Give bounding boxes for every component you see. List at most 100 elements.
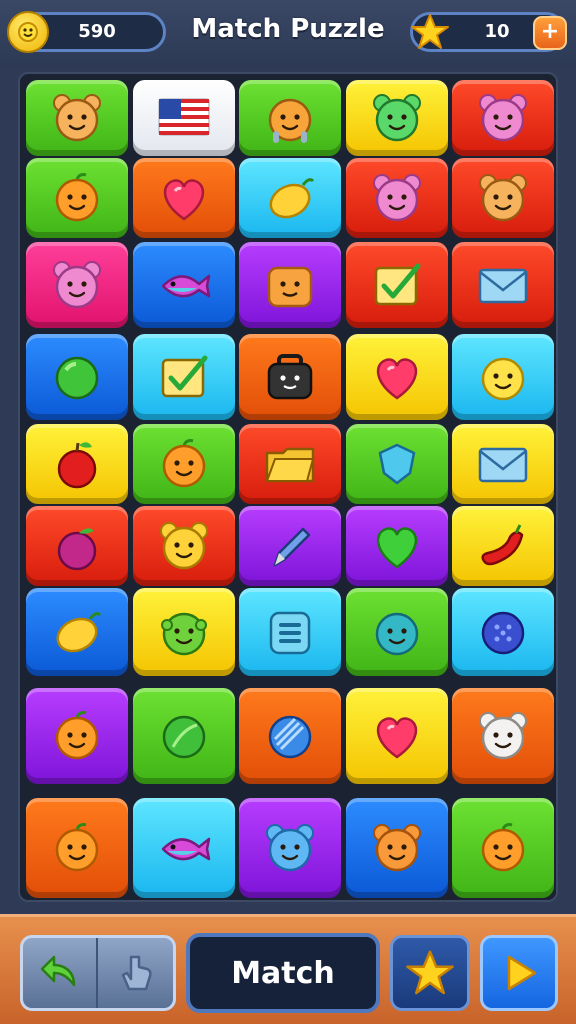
star-button[interactable] — [390, 935, 470, 1011]
pen-icon — [273, 527, 311, 567]
tile-pink-bear[interactable] — [345, 158, 448, 238]
tile-orange-face[interactable] — [26, 158, 128, 238]
green-bear-icon — [372, 94, 421, 142]
tile-bear-face[interactable] — [26, 80, 128, 156]
tile-pink-bear[interactable] — [452, 80, 554, 156]
bear-face-icon — [53, 94, 101, 142]
folder-icon — [265, 447, 315, 483]
tile-green-ball[interactable] — [26, 334, 128, 420]
play-icon — [507, 955, 537, 991]
tile-orange-creature[interactable] — [239, 80, 341, 156]
coin-counter: 590 — [7, 11, 166, 53]
orange-face-icon — [162, 439, 205, 488]
orange-face-icon — [55, 173, 99, 222]
tile-folder[interactable] — [239, 424, 341, 504]
tile-bear-face[interactable] — [452, 158, 554, 238]
us-flag-icon — [157, 98, 210, 136]
plum-icon — [57, 528, 97, 571]
heart-icon — [376, 717, 417, 759]
tile-smiley[interactable] — [452, 334, 554, 420]
tile-green-blob-face[interactable] — [132, 588, 235, 676]
game-board — [18, 72, 558, 902]
envelope-icon — [478, 447, 528, 483]
star-icon — [406, 950, 454, 995]
tile-pen[interactable] — [239, 506, 341, 586]
tile-orange-box-face[interactable] — [239, 242, 341, 328]
orange-bear-icon — [372, 824, 421, 872]
heart-icon — [163, 179, 204, 221]
tile-chili-pepper[interactable] — [452, 506, 554, 586]
green-heart-icon — [376, 527, 417, 569]
tile-checkbox[interactable] — [132, 334, 235, 420]
star-counter: 10 + — [409, 11, 567, 53]
tile-button[interactable] — [452, 588, 554, 676]
orange-face-icon — [55, 823, 99, 872]
tile-blue-striped-ball[interactable] — [239, 688, 341, 784]
chili-pepper-icon — [481, 524, 524, 566]
coin-count: 590 — [78, 21, 116, 42]
checkbox-icon — [374, 263, 420, 306]
fish-icon — [161, 837, 210, 861]
tile-heart[interactable] — [345, 688, 448, 784]
play-button[interactable] — [480, 935, 558, 1011]
heart-icon — [376, 358, 417, 400]
tile-plum[interactable] — [26, 506, 128, 586]
tile-shield-gem[interactable] — [345, 424, 448, 504]
tile-orange-bear[interactable] — [345, 798, 448, 898]
undo-button[interactable] — [23, 938, 98, 1008]
orange-box-face-icon — [267, 266, 313, 308]
tile-pink-bear[interactable] — [26, 242, 128, 328]
tile-green-heart[interactable] — [345, 506, 448, 586]
orange-creature-icon — [268, 98, 312, 143]
tile-orange-face[interactable] — [26, 688, 128, 784]
match-button[interactable]: Match — [186, 933, 380, 1013]
tile-list[interactable] — [239, 588, 341, 676]
orange-face-icon — [55, 711, 99, 760]
tool-button-group — [20, 935, 176, 1011]
tile-checkbox[interactable] — [345, 242, 448, 328]
undo-arrow-icon — [40, 955, 75, 987]
tile-fish[interactable] — [132, 798, 235, 898]
plus-icon: + — [540, 19, 560, 44]
tile-teal-ball-face[interactable] — [345, 588, 448, 676]
bottom-toolbar: Match — [0, 914, 576, 1024]
tile-envelope[interactable] — [452, 242, 554, 328]
tile-green-leaf[interactable] — [132, 688, 235, 784]
white-bear-icon — [479, 712, 527, 760]
tile-white-bear[interactable] — [452, 688, 554, 784]
tile-blue-bear[interactable] — [239, 798, 341, 898]
lemon-icon — [56, 612, 102, 653]
tile-lemon[interactable] — [239, 158, 341, 238]
tile-yellow-bear[interactable] — [132, 506, 235, 586]
coin-icon — [7, 11, 49, 53]
tile-green-bear[interactable] — [345, 80, 448, 156]
tile-orange-face[interactable] — [26, 798, 128, 898]
tile-heart[interactable] — [345, 334, 448, 420]
green-blob-face-icon — [160, 612, 207, 656]
checkbox-icon — [161, 355, 207, 398]
blue-striped-ball-icon — [268, 715, 312, 759]
tile-fish[interactable] — [132, 242, 235, 328]
tile-black-bag-face[interactable] — [239, 334, 341, 420]
pink-bear-icon — [372, 174, 421, 222]
list-icon — [269, 611, 311, 655]
button-icon — [481, 611, 525, 655]
tile-orange-face[interactable] — [452, 798, 554, 898]
star-icon — [409, 11, 451, 53]
yellow-bear-icon — [159, 522, 208, 570]
hint-button[interactable] — [99, 938, 174, 1008]
bear-face-icon — [479, 174, 527, 222]
tile-envelope[interactable] — [452, 424, 554, 504]
tile-heart[interactable] — [132, 158, 235, 238]
pink-bear-icon — [53, 261, 101, 309]
tile-us-flag[interactable] — [132, 80, 235, 156]
tile-apple[interactable] — [26, 424, 128, 504]
tile-lemon[interactable] — [26, 588, 128, 676]
green-ball-icon — [55, 356, 99, 400]
apple-icon — [57, 442, 97, 489]
tile-orange-face[interactable] — [132, 424, 235, 504]
blue-bear-icon — [266, 824, 314, 872]
add-stars-button[interactable]: + — [533, 16, 567, 50]
smiley-icon — [481, 357, 525, 401]
star-count: 10 — [484, 21, 510, 42]
